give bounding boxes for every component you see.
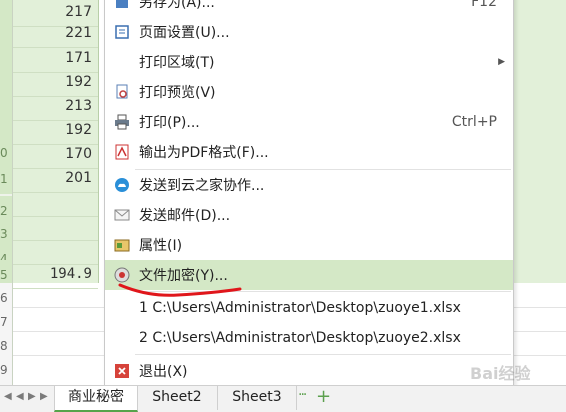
more-sheets-icon[interactable]: ··· [298, 387, 307, 403]
sheet-tab-active[interactable]: 商业秘密 [54, 386, 138, 412]
properties-icon [113, 236, 131, 254]
menu-item-save-as[interactable]: 另存为(A)... F12 [105, 0, 513, 17]
cell-average[interactable]: 194.9 [13, 259, 98, 289]
next-sheet-arrow-icon[interactable]: ▶ [28, 391, 36, 402]
row-number[interactable] [0, 17, 12, 47]
mail-icon [113, 206, 131, 224]
menu-item-properties[interactable]: 属性(I) [105, 230, 513, 260]
first-sheet-arrow-icon[interactable]: ◀ [4, 391, 12, 402]
menu-item-label: 输出为PDF格式(F)... [139, 145, 269, 161]
menu-item-print[interactable]: 打印(P)... Ctrl+P [105, 107, 513, 137]
add-sheet-icon[interactable]: + [316, 386, 331, 407]
menu-item-label: 发送到云之家协作... [139, 178, 265, 194]
menu-item-label: 打印区域(T) [139, 55, 215, 71]
menu-item-label: 打印预览(V) [139, 85, 216, 101]
menu-item-send-mail[interactable]: 发送邮件(D)... [105, 200, 513, 230]
sheet-tab-bar: ◀ ◀ ▶ ▶ 商业秘密 Sheet2 Sheet3 ··· + [0, 385, 566, 412]
file-context-menu: 另存为(A)... F12 页面设置(U)... 打印区域(T) ▶ 打印预览(… [104, 0, 514, 387]
menu-item-shortcut: Ctrl+P [451, 114, 497, 130]
prev-sheet-arrow-icon[interactable]: ◀ [16, 391, 24, 402]
menu-item-label: 2 C:\Users\Administrator\Desktop\zuoye2.… [139, 330, 461, 346]
menu-item-label: 打印(P)... [139, 115, 200, 131]
menu-separator [135, 354, 511, 355]
menu-item-label: 发送邮件(D)... [139, 208, 231, 224]
menu-item-page-setup[interactable]: 页面设置(U)... [105, 17, 513, 47]
row-number[interactable]: 1 [0, 164, 12, 194]
menu-item-recent-file-2[interactable]: 2 C:\Users\Administrator\Desktop\zuoye2.… [105, 323, 513, 353]
red-underline-annotation [118, 283, 242, 297]
sheet-tab[interactable]: Sheet3 [218, 386, 297, 410]
save-as-icon [113, 0, 131, 11]
pdf-icon [113, 143, 131, 161]
menu-item-send-cloud[interactable]: 发送到云之家协作... [105, 170, 513, 200]
watermark: Bai经验 [470, 364, 531, 383]
exit-icon [113, 362, 131, 380]
menu-item-export-pdf[interactable]: 输出为PDF格式(F)... [105, 137, 513, 167]
selected-column-right[interactable] [512, 0, 566, 283]
row-number[interactable] [0, 47, 12, 77]
menu-item-exit[interactable]: 退出(X) [105, 356, 513, 386]
menu-item-label: 1 C:\Users\Administrator\Desktop\zuoye1.… [139, 300, 461, 316]
print-preview-icon [113, 83, 131, 101]
submenu-arrow-icon: ▶ [498, 57, 505, 67]
row-header-column: 0 1 2 3 4 5 6 7 8 9 [0, 0, 13, 385]
row-number[interactable] [0, 77, 12, 107]
page-setup-icon [113, 23, 131, 41]
sheet-tab[interactable]: Sheet2 [137, 386, 218, 410]
menu-item-label: 另存为(A)... [139, 0, 215, 11]
menu-item-print-area[interactable]: 打印区域(T) ▶ [105, 47, 513, 77]
row-number[interactable] [0, 0, 12, 17]
menu-item-label: 退出(X) [139, 364, 188, 380]
menu-item-shortcut: F12 [471, 0, 497, 10]
menu-item-label: 页面设置(U)... [139, 25, 230, 41]
last-sheet-arrow-icon[interactable]: ▶ [40, 391, 48, 402]
row-number[interactable]: 9 [0, 355, 12, 385]
cloud-icon [113, 176, 131, 194]
menu-item-label: 属性(I) [139, 238, 183, 254]
menu-item-print-preview[interactable]: 打印预览(V) [105, 77, 513, 107]
printer-icon [113, 113, 131, 131]
